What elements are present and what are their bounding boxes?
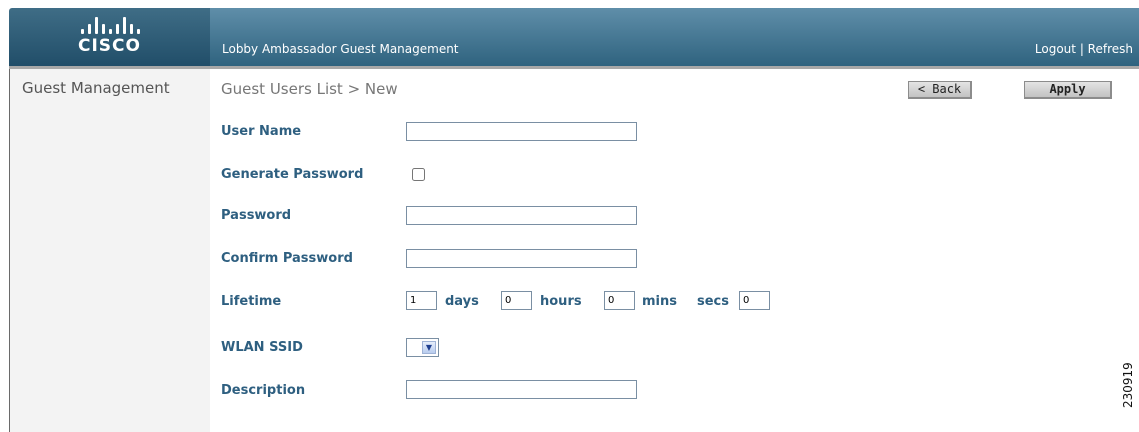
lifetime-days-input[interactable] — [406, 291, 437, 310]
sidebar: Guest Management — [9, 69, 210, 432]
password-label: Password — [221, 208, 292, 223]
days-unit-label: days — [445, 294, 479, 309]
figure-id: 230919 — [1121, 362, 1135, 408]
refresh-link[interactable]: Refresh — [1088, 42, 1133, 56]
logout-link[interactable]: Logout — [1035, 42, 1076, 56]
confirm-password-label: Confirm Password — [221, 251, 353, 266]
mins-unit-label: mins — [642, 294, 677, 309]
wlan-ssid-label: WLAN SSID — [221, 340, 303, 355]
link-separator: | — [1076, 42, 1088, 56]
cisco-logo: CISCO — [9, 8, 210, 66]
generate-password-label: Generate Password — [221, 167, 364, 182]
header: CISCO Lobby Ambassador Guest Management … — [0, 0, 1139, 66]
hours-unit-label: hours — [540, 294, 582, 309]
password-input[interactable] — [406, 206, 637, 225]
lifetime-hours-input[interactable] — [501, 291, 532, 310]
user-name-label: User Name — [221, 124, 302, 139]
app-title: Lobby Ambassador Guest Management — [222, 42, 459, 56]
secs-unit-label: secs — [697, 294, 729, 309]
sidebar-item-guest-management[interactable]: Guest Management — [22, 79, 170, 97]
wlan-ssid-select[interactable]: ▼ — [406, 338, 439, 357]
lifetime-mins-input[interactable] — [604, 291, 635, 310]
back-button[interactable]: < Back — [908, 81, 972, 99]
cisco-bridge-logo-icon — [81, 16, 140, 34]
chevron-down-icon[interactable]: ▼ — [422, 341, 436, 354]
header-bar: Lobby Ambassador Guest Management Logout… — [210, 8, 1139, 66]
logo-text: CISCO — [78, 36, 141, 56]
user-name-input[interactable] — [406, 122, 637, 141]
generate-password-checkbox[interactable] — [412, 168, 425, 181]
confirm-password-input[interactable] — [406, 249, 637, 268]
breadcrumb: Guest Users List > New — [221, 80, 398, 98]
header-links: Logout | Refresh — [1035, 42, 1133, 56]
lifetime-label: Lifetime — [221, 294, 282, 309]
apply-button[interactable]: Apply — [1024, 81, 1112, 99]
lifetime-secs-input[interactable] — [739, 291, 770, 310]
description-label: Description — [221, 383, 306, 398]
description-input[interactable] — [406, 380, 637, 399]
